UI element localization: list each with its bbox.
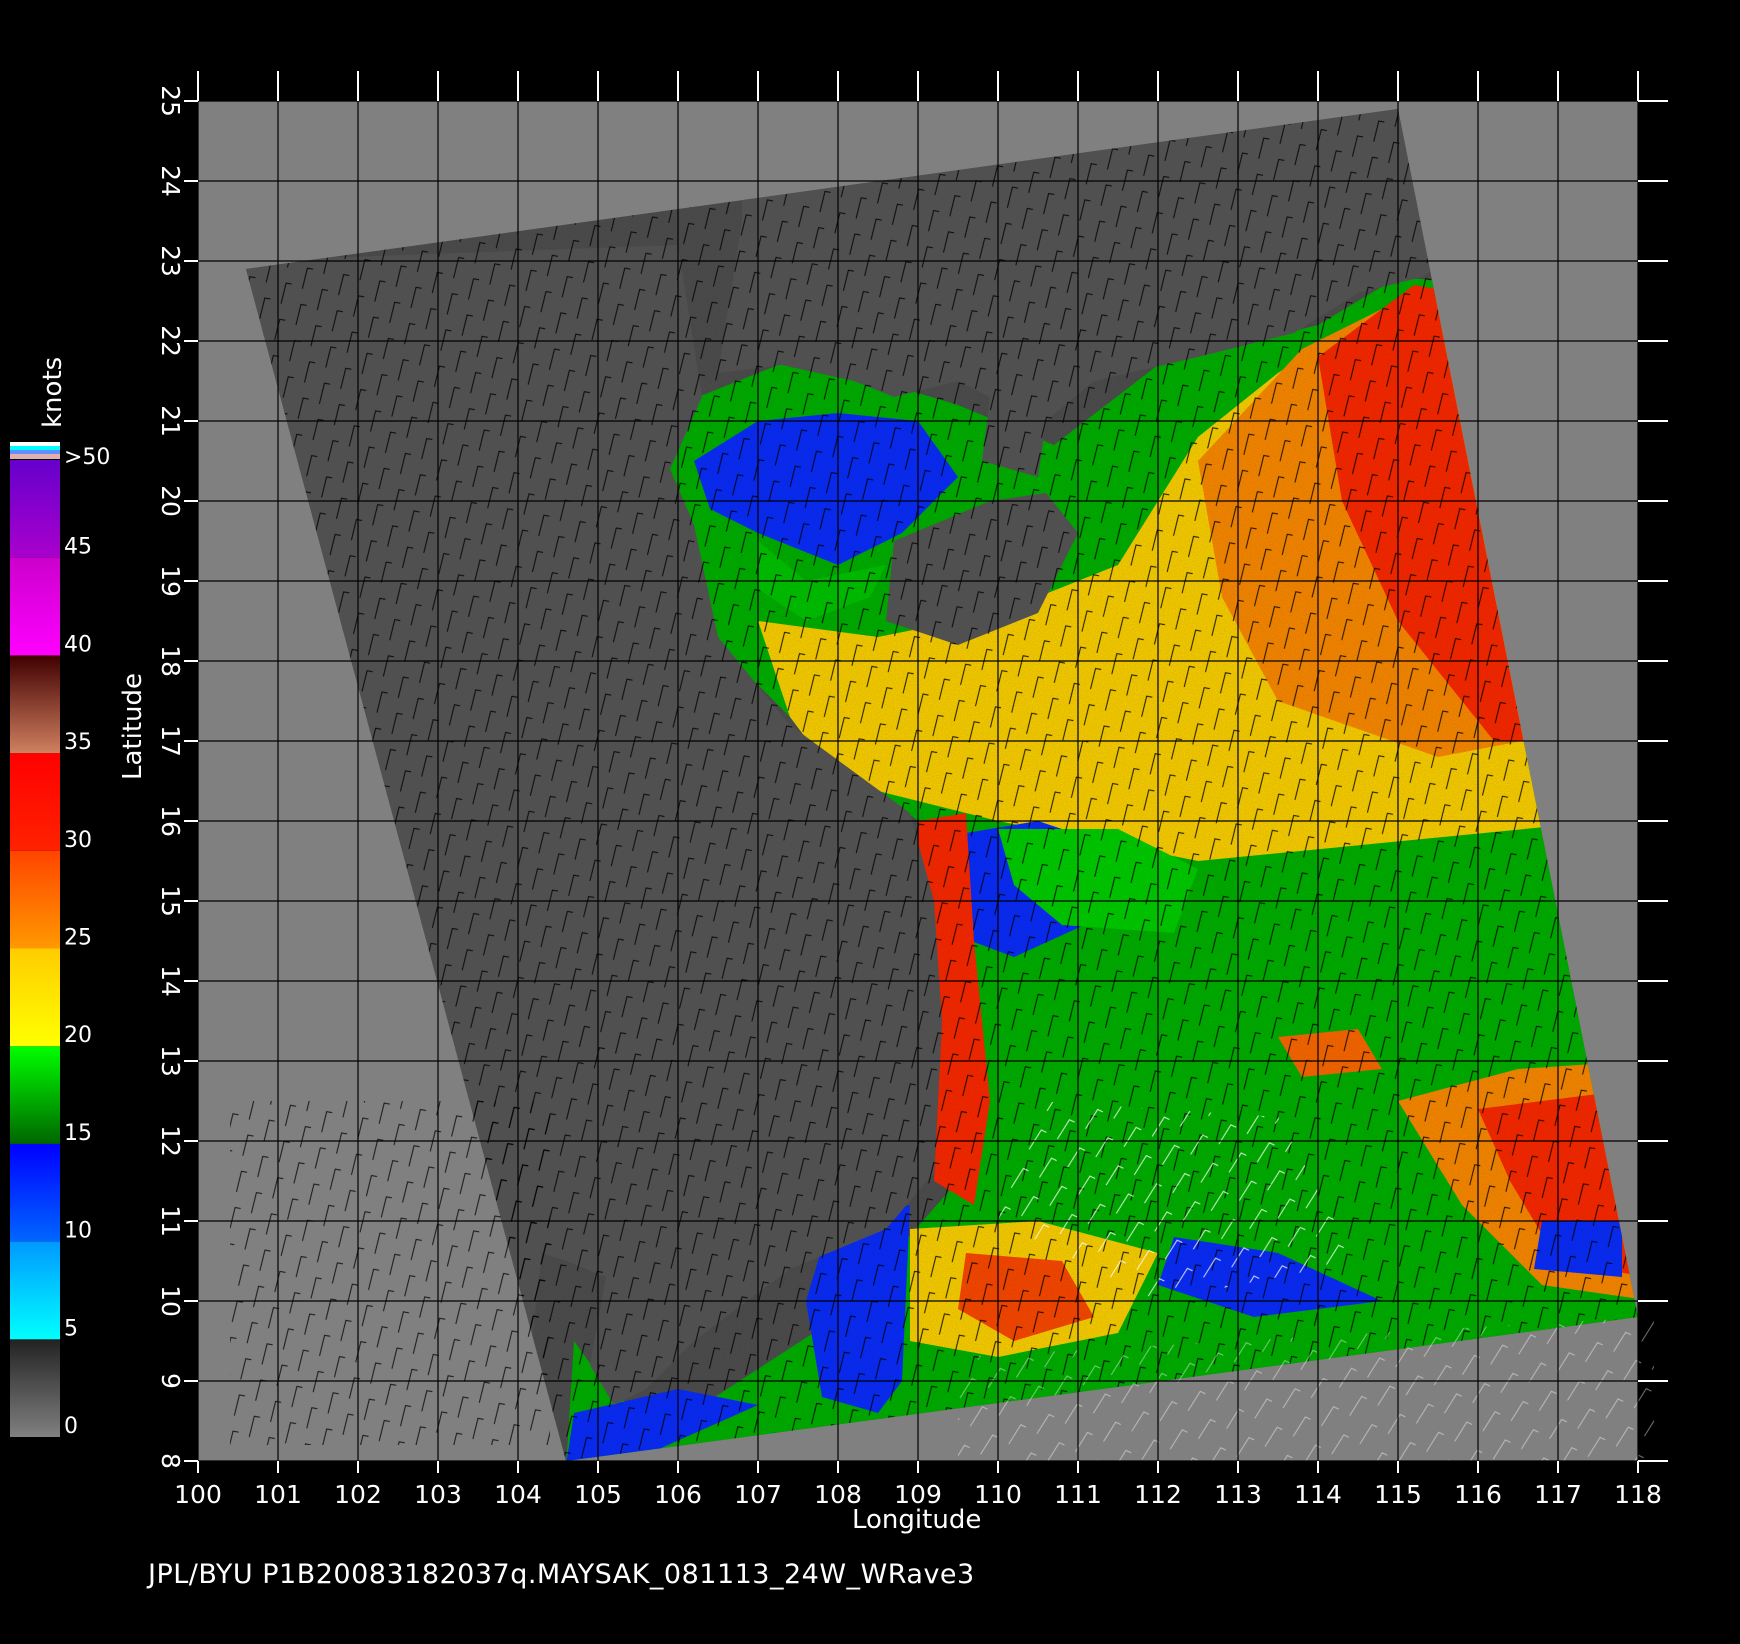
lon-tick-label: 103 (414, 1480, 462, 1509)
product-title: JPL/BYU P1B20083182037q.MAYSAK_081113_24… (148, 1559, 975, 1590)
lon-tick-label: 101 (254, 1480, 302, 1509)
colorbar-tick-label: 20 (64, 1023, 92, 1048)
colorbar-band (10, 1241, 60, 1340)
lat-tick-label: 14 (156, 965, 185, 997)
colorbar-band (10, 655, 60, 754)
lon-tick-label: 116 (1454, 1480, 1502, 1509)
lat-tick-label: 20 (156, 485, 185, 517)
wind-speed-colorbar: >50 45 40 35 30 25 20 15 10 5 0 (10, 442, 110, 1439)
colorbar-flag-pink (10, 454, 60, 459)
lat-tick-label: 22 (156, 325, 185, 357)
colorbar-tick-label: 10 (64, 1219, 92, 1244)
colorbar-tick-label: 5 (64, 1316, 78, 1341)
colorbar-band (10, 850, 60, 949)
colorbar-flag-cyan (10, 446, 60, 450)
x-axis-title: Longitude (852, 1505, 982, 1535)
lat-tick-label: 23 (156, 245, 185, 277)
lon-tick-label: 111 (1054, 1480, 1102, 1509)
lat-tick-label: 9 (156, 1373, 185, 1389)
lat-tick-label: 10 (156, 1285, 185, 1317)
y-axis-title: Latitude (118, 672, 148, 780)
lat-tick-label: 15 (156, 885, 185, 917)
lat-tick-label: 19 (156, 565, 185, 597)
lon-tick-label: 113 (1214, 1480, 1262, 1509)
lon-tick-label: 115 (1374, 1480, 1422, 1509)
lon-tick-label: 106 (654, 1480, 702, 1509)
colorbar-band (10, 1143, 60, 1242)
colorbar-flag-white (10, 442, 60, 446)
colorbar-band (10, 557, 60, 656)
colorbar-tick-label: 40 (64, 632, 92, 657)
lat-tick-label: 12 (156, 1125, 185, 1157)
colorbar-band (10, 460, 60, 558)
colorbar-tick-label: 0 (64, 1414, 78, 1439)
colorbar-tick-label: 30 (64, 828, 92, 853)
lon-tick-label: 102 (334, 1480, 382, 1509)
lon-tick-label: 114 (1294, 1480, 1342, 1509)
lat-tick-label: 25 (156, 85, 185, 117)
lat-tick-label: 13 (156, 1045, 185, 1077)
colorbar-band (10, 948, 60, 1047)
colorbar-band (10, 1339, 60, 1437)
lon-tick-label: 100 (174, 1480, 222, 1509)
wind-map-figure: 100 101 102 103 104 105 106 107 108 109 110 111 112 1… (0, 0, 1740, 1640)
map-canvas: 100 101 102 103 104 105 106 107 108 109 110 111 112 1… (10, 71, 1668, 1509)
lat-tick-label: 17 (156, 725, 185, 757)
lat-tick-label: 24 (156, 165, 185, 197)
lon-tick-label: 117 (1534, 1480, 1582, 1509)
lon-tick-label: 104 (494, 1480, 542, 1509)
lon-tick-label: 105 (574, 1480, 622, 1509)
lat-tick-label: 18 (156, 645, 185, 677)
lon-tick-label: 118 (1614, 1480, 1662, 1509)
colorbar-tick-label: >50 (64, 445, 110, 470)
lat-tick-label: 16 (156, 805, 185, 837)
colorbar-tick-label: 35 (64, 730, 92, 755)
lat-tick-label: 21 (156, 405, 185, 437)
lon-tick-label: 112 (1134, 1480, 1182, 1509)
lon-tick-label: 107 (734, 1480, 782, 1509)
lat-tick-label: 11 (156, 1205, 185, 1237)
colorbar-flag-blue (10, 450, 60, 454)
lat-tick-label: 8 (156, 1453, 185, 1469)
colorbar-tick-label: 15 (64, 1121, 92, 1146)
colorbar-tick-label: 25 (64, 926, 92, 951)
colorbar-tick-label: 45 (64, 535, 92, 560)
colorbar-band (10, 1046, 60, 1144)
colorbar-unit: knots (38, 356, 68, 428)
colorbar-band (10, 753, 60, 851)
